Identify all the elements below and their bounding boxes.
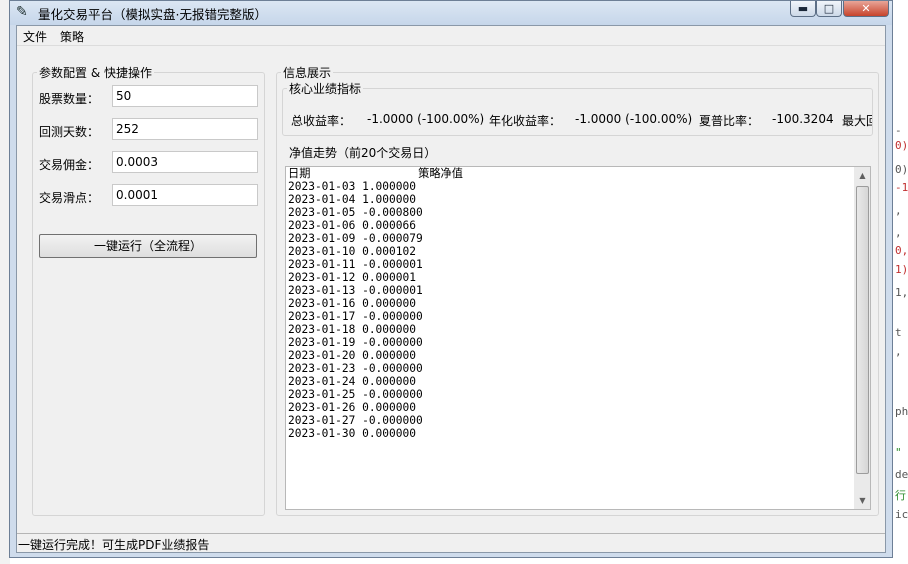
title-bar[interactable]: ✎ 量化交易平台（模拟实盘·无报错完整版） ▬ □ ✕ <box>10 1 892 25</box>
metric-value-sharpe: -100.3204 <box>772 112 834 126</box>
bg-code-fragment: ph <box>895 405 908 418</box>
backtest-days-input[interactable]: 252 <box>112 118 258 140</box>
params-group-title: 参数配置 & 快捷操作 <box>39 66 152 80</box>
stock-count-input[interactable]: 50 <box>112 85 258 107</box>
menu-bar: 文件 策略 <box>17 26 885 46</box>
client-area: 文件 策略 参数配置 & 快捷操作 股票数量： 50 回测天数： 252 交易佣… <box>16 25 886 553</box>
metric-value-annual-return: -1.0000 (-100.00%) <box>575 112 693 126</box>
minimize-button[interactable]: ▬ <box>790 1 816 17</box>
menu-strategy[interactable]: 策略 <box>60 28 84 45</box>
bg-code-fragment: " <box>895 446 902 459</box>
bg-code-fragment: , <box>895 226 902 239</box>
bg-code-fragment: 1, <box>895 286 908 299</box>
bg-code-fragment: 0) <box>895 139 908 152</box>
bg-code-fragment: - <box>895 124 902 137</box>
info-group-title: 信息展示 <box>283 66 332 80</box>
bg-code-fragment: 0, <box>895 244 908 257</box>
field-label-commission: 交易佣金： <box>39 158 100 172</box>
feather-icon: ✎ <box>16 4 28 20</box>
commission-input[interactable]: 0.0003 <box>112 151 258 173</box>
status-bar: 一键运行完成！可生成PDF业绩报告 <box>17 533 885 552</box>
vertical-scrollbar[interactable]: ▲ ▼ <box>854 167 870 509</box>
bg-code-fragment: t <box>895 326 902 339</box>
field-label-stock-count: 股票数量： <box>39 92 100 106</box>
nav-text-area[interactable]: 日期 策略净值 2023-01-03 1.000000 2023-01-04 1… <box>285 166 871 510</box>
status-text: 一键运行完成！可生成PDF业绩报告 <box>18 538 210 552</box>
scroll-up-arrow-icon[interactable]: ▲ <box>854 167 870 184</box>
metric-value-total-return: -1.0000 (-100.00%) <box>367 112 485 126</box>
bg-code-fragment: de <box>895 468 908 481</box>
metric-label-sharpe: 夏普比率： <box>699 114 760 128</box>
metric-label-max-drawdown: 最大回 <box>842 114 872 128</box>
bg-code-fragment: -1 <box>895 181 908 194</box>
metrics-group-title: 核心业绩指标 <box>289 82 362 96</box>
slippage-input[interactable]: 0.0001 <box>112 184 258 206</box>
maximize-button[interactable]: □ <box>816 1 842 17</box>
bg-code-fragment: 行 <box>895 489 906 502</box>
scroll-down-arrow-icon[interactable]: ▼ <box>854 492 870 509</box>
field-label-backtest-days: 回测天数： <box>39 125 100 139</box>
menu-file[interactable]: 文件 <box>23 28 47 45</box>
bg-code-fragment: , <box>895 345 902 358</box>
metric-label-total-return: 总收益率： <box>291 114 352 128</box>
window-title: 量化交易平台（模拟实盘·无报错完整版） <box>38 7 267 22</box>
bg-code-fragment: 0), <box>895 163 908 176</box>
background-editor: - 0) 0), -1 , , 0, 1) 1, t , ph " de 行 i… <box>893 0 908 564</box>
close-button[interactable]: ✕ <box>843 1 889 17</box>
field-label-slippage: 交易滑点： <box>39 191 100 205</box>
scroll-thumb[interactable] <box>856 186 869 474</box>
nav-table-text: 日期 策略净值 2023-01-03 1.000000 2023-01-04 1… <box>288 167 463 440</box>
bg-code-fragment: 1) <box>895 263 908 276</box>
bg-code-fragment: ic <box>895 508 908 521</box>
metric-label-annual-return: 年化收益率： <box>489 114 562 128</box>
run-all-button[interactable]: 一键运行（全流程） <box>39 234 257 258</box>
nav-group-title: 净值走势（前20个交易日） <box>289 146 437 160</box>
app-window: ✎ 量化交易平台（模拟实盘·无报错完整版） ▬ □ ✕ 文件 策略 参数配置 &… <box>9 0 893 558</box>
bg-code-fragment: , <box>895 204 902 217</box>
metrics-group: 核心业绩指标 <box>282 80 873 136</box>
